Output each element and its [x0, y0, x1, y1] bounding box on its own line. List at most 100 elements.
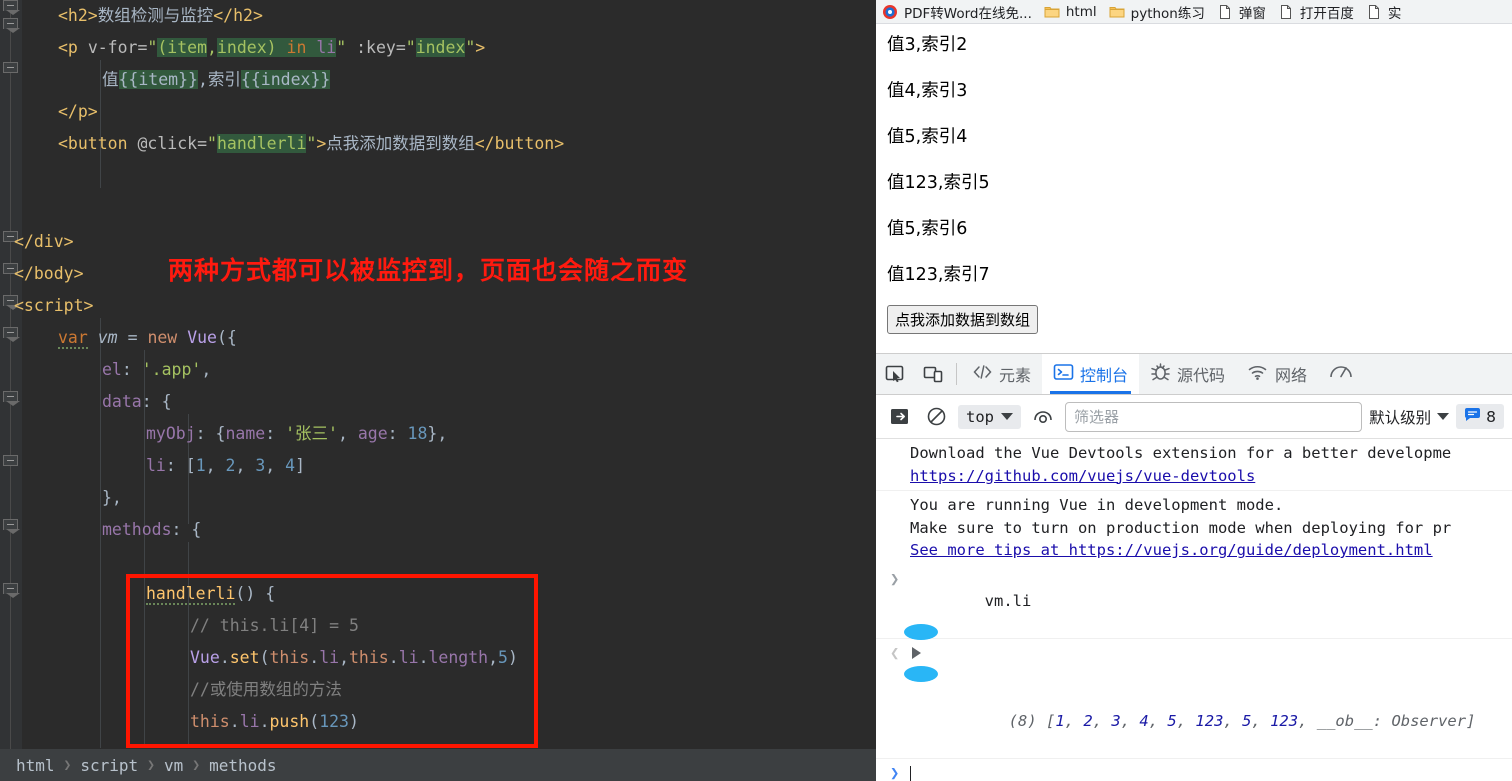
tab-console[interactable]: 控制台 — [1042, 354, 1140, 394]
cursor-highlight-blob — [904, 624, 938, 640]
tab-sources[interactable]: 源代码 — [1139, 354, 1236, 394]
tab-performance[interactable] — [1318, 354, 1370, 394]
folder-icon — [1044, 4, 1060, 20]
observer-value: Observer — [1391, 711, 1467, 730]
page-icon — [1366, 4, 1382, 20]
console-filter-bar: top 默认级别 8 — [876, 395, 1512, 439]
bookmarks-bar: PDF转Word在线免... html python练习 弹窗 打开百度 实 — [876, 0, 1512, 24]
tab-network[interactable]: 网络 — [1236, 354, 1318, 394]
code-line: li: [1, 2, 3, 4] — [146, 456, 305, 475]
code-line: <p v-for="(item,index) in li" :key="inde… — [58, 38, 486, 57]
code-line: var vm = new Vue({ — [58, 328, 237, 349]
console-input-text: vm.li — [984, 592, 1032, 610]
chevron-left-icon: ❮ — [890, 644, 900, 662]
console-message-link[interactable]: See more tips at https://vuejs.org/guide… — [910, 541, 1433, 559]
text-cursor — [910, 766, 911, 781]
array-length-label: (8) — [1008, 711, 1037, 730]
array-value: 3 — [1111, 711, 1121, 730]
bookmark-item[interactable]: 打开百度 — [1272, 0, 1360, 24]
page-list-item: 值5,索引6 — [887, 219, 968, 239]
message-count-badge[interactable]: 8 — [1456, 404, 1504, 429]
ide-editor-panel: <h2>数组检测与监控</h2> <p v-for="(item,index) … — [0, 0, 876, 781]
breadcrumb-item-html[interactable]: html — [16, 756, 55, 775]
array-value: 1 — [1055, 711, 1065, 730]
bookmark-item[interactable]: html — [1038, 0, 1103, 24]
array-value: 5 — [1242, 711, 1252, 730]
rendered-page-view: 值3,索引2 值4,索引3 值5,索引4 值123,索引5 值5,索引6 值12… — [876, 25, 1512, 353]
bookmark-label: python练习 — [1130, 5, 1205, 22]
code-line: </p> — [58, 102, 98, 121]
breadcrumb-separator-icon: ❯ — [63, 757, 72, 773]
performance-gauge-icon — [1329, 362, 1353, 386]
code-brackets-icon — [972, 363, 993, 385]
execution-context-select[interactable]: top — [958, 404, 1021, 429]
console-input-entry: ❯ vm.li — [876, 565, 1512, 639]
code-line: myObj: {name: '张三', age: 18}, — [146, 424, 448, 443]
page-list-item: 值5,索引4 — [887, 127, 968, 147]
devtools-panel: 元素 控制台 源代码 网络 top 筛选器 默认级别 8 Download th… — [876, 353, 1512, 781]
console-output[interactable]: Download the Vue Devtools extension for … — [876, 439, 1512, 781]
bookmark-label: 实 — [1387, 5, 1402, 22]
code-line: <h2>数组检测与监控</h2> — [58, 6, 263, 25]
message-bubble-icon — [1464, 407, 1481, 426]
cursor-highlight-blob — [904, 666, 938, 682]
console-message-line: Download the Vue Devtools extension for … — [910, 444, 1452, 462]
console-message: You are running Vue in development mode.… — [876, 491, 1512, 565]
breadcrumb-separator-icon: ❯ — [147, 757, 155, 773]
console-prompt[interactable]: ❯ — [876, 759, 1512, 781]
breadcrumb-separator-icon: ❯ — [192, 757, 201, 773]
code-line: </div> — [14, 232, 74, 251]
chevron-right-icon: ❯ — [890, 569, 900, 588]
page-list-item: 值123,索引5 — [887, 173, 990, 193]
breadcrumb-item-methods[interactable]: methods — [209, 756, 276, 775]
pdf-site-icon — [882, 4, 898, 20]
folder-icon — [1109, 4, 1125, 20]
breadcrumb-item-script[interactable]: script — [80, 756, 138, 775]
console-message-link[interactable]: https://github.com/vuejs/vue-devtools — [910, 467, 1255, 485]
toolbar-divider — [956, 363, 957, 385]
chevron-down-icon — [1437, 413, 1450, 420]
bookmark-label: html — [1065, 3, 1097, 20]
observer-key: __ob__ — [1316, 711, 1373, 730]
inspect-element-icon[interactable] — [876, 355, 914, 393]
array-value: 4 — [1139, 711, 1149, 730]
page-icon — [1217, 4, 1233, 20]
live-expression-icon[interactable] — [1028, 402, 1058, 432]
console-filter-input[interactable] — [1065, 401, 1363, 432]
annotation-box-code — [126, 574, 538, 748]
breadcrumb[interactable]: html ❯ script ❯ vm ❯ methods — [0, 749, 876, 781]
code-line: 值{{item}},索引{{index}} — [102, 70, 331, 89]
clear-console-icon[interactable] — [921, 402, 951, 432]
bookmark-item[interactable]: 弹窗 — [1211, 0, 1272, 24]
message-count: 8 — [1486, 407, 1496, 426]
tab-label: 网络 — [1275, 366, 1308, 385]
tab-elements[interactable]: 元素 — [961, 354, 1042, 394]
bookmark-label: PDF转Word在线免... — [904, 5, 1032, 22]
bug-icon — [1150, 362, 1171, 386]
wifi-icon — [1247, 363, 1269, 385]
code-line: methods: { — [102, 520, 202, 539]
code-line: }, — [102, 488, 122, 507]
device-toolbar-icon[interactable] — [914, 355, 952, 393]
bookmark-item[interactable]: 实 — [1360, 0, 1408, 24]
bookmark-item[interactable]: python练习 — [1103, 0, 1211, 24]
log-level-select[interactable]: 默认级别 — [1369, 406, 1450, 428]
page-list-item: 值3,索引2 — [887, 35, 968, 55]
tab-label: 元素 — [999, 366, 1032, 385]
bookmark-item[interactable]: PDF转Word在线免... — [876, 0, 1038, 24]
array-value: 2 — [1083, 711, 1093, 730]
console-output-entry: ❮ (8) [1, 2, 3, 4, 5, 123, 5, 123, __ob_… — [876, 639, 1512, 759]
chevron-right-icon: ❯ — [890, 763, 900, 781]
bookmark-label: 打开百度 — [1299, 5, 1354, 22]
code-line: el: '.app', — [102, 360, 212, 379]
add-data-to-array-button[interactable]: 点我添加数据到数组 — [887, 305, 1039, 334]
chevron-down-icon — [1001, 413, 1013, 420]
console-message: Download the Vue Devtools extension for … — [876, 439, 1512, 491]
expand-triangle-icon[interactable] — [912, 647, 921, 659]
console-message-line: Make sure to turn on production mode whe… — [910, 518, 1452, 537]
array-value: 5 — [1167, 711, 1177, 730]
show-console-sidebar-icon[interactable] — [884, 402, 914, 432]
breadcrumb-item-vm[interactable]: vm — [164, 756, 183, 775]
console-terminal-icon — [1053, 363, 1074, 385]
tab-label: 控制台 — [1080, 366, 1129, 385]
